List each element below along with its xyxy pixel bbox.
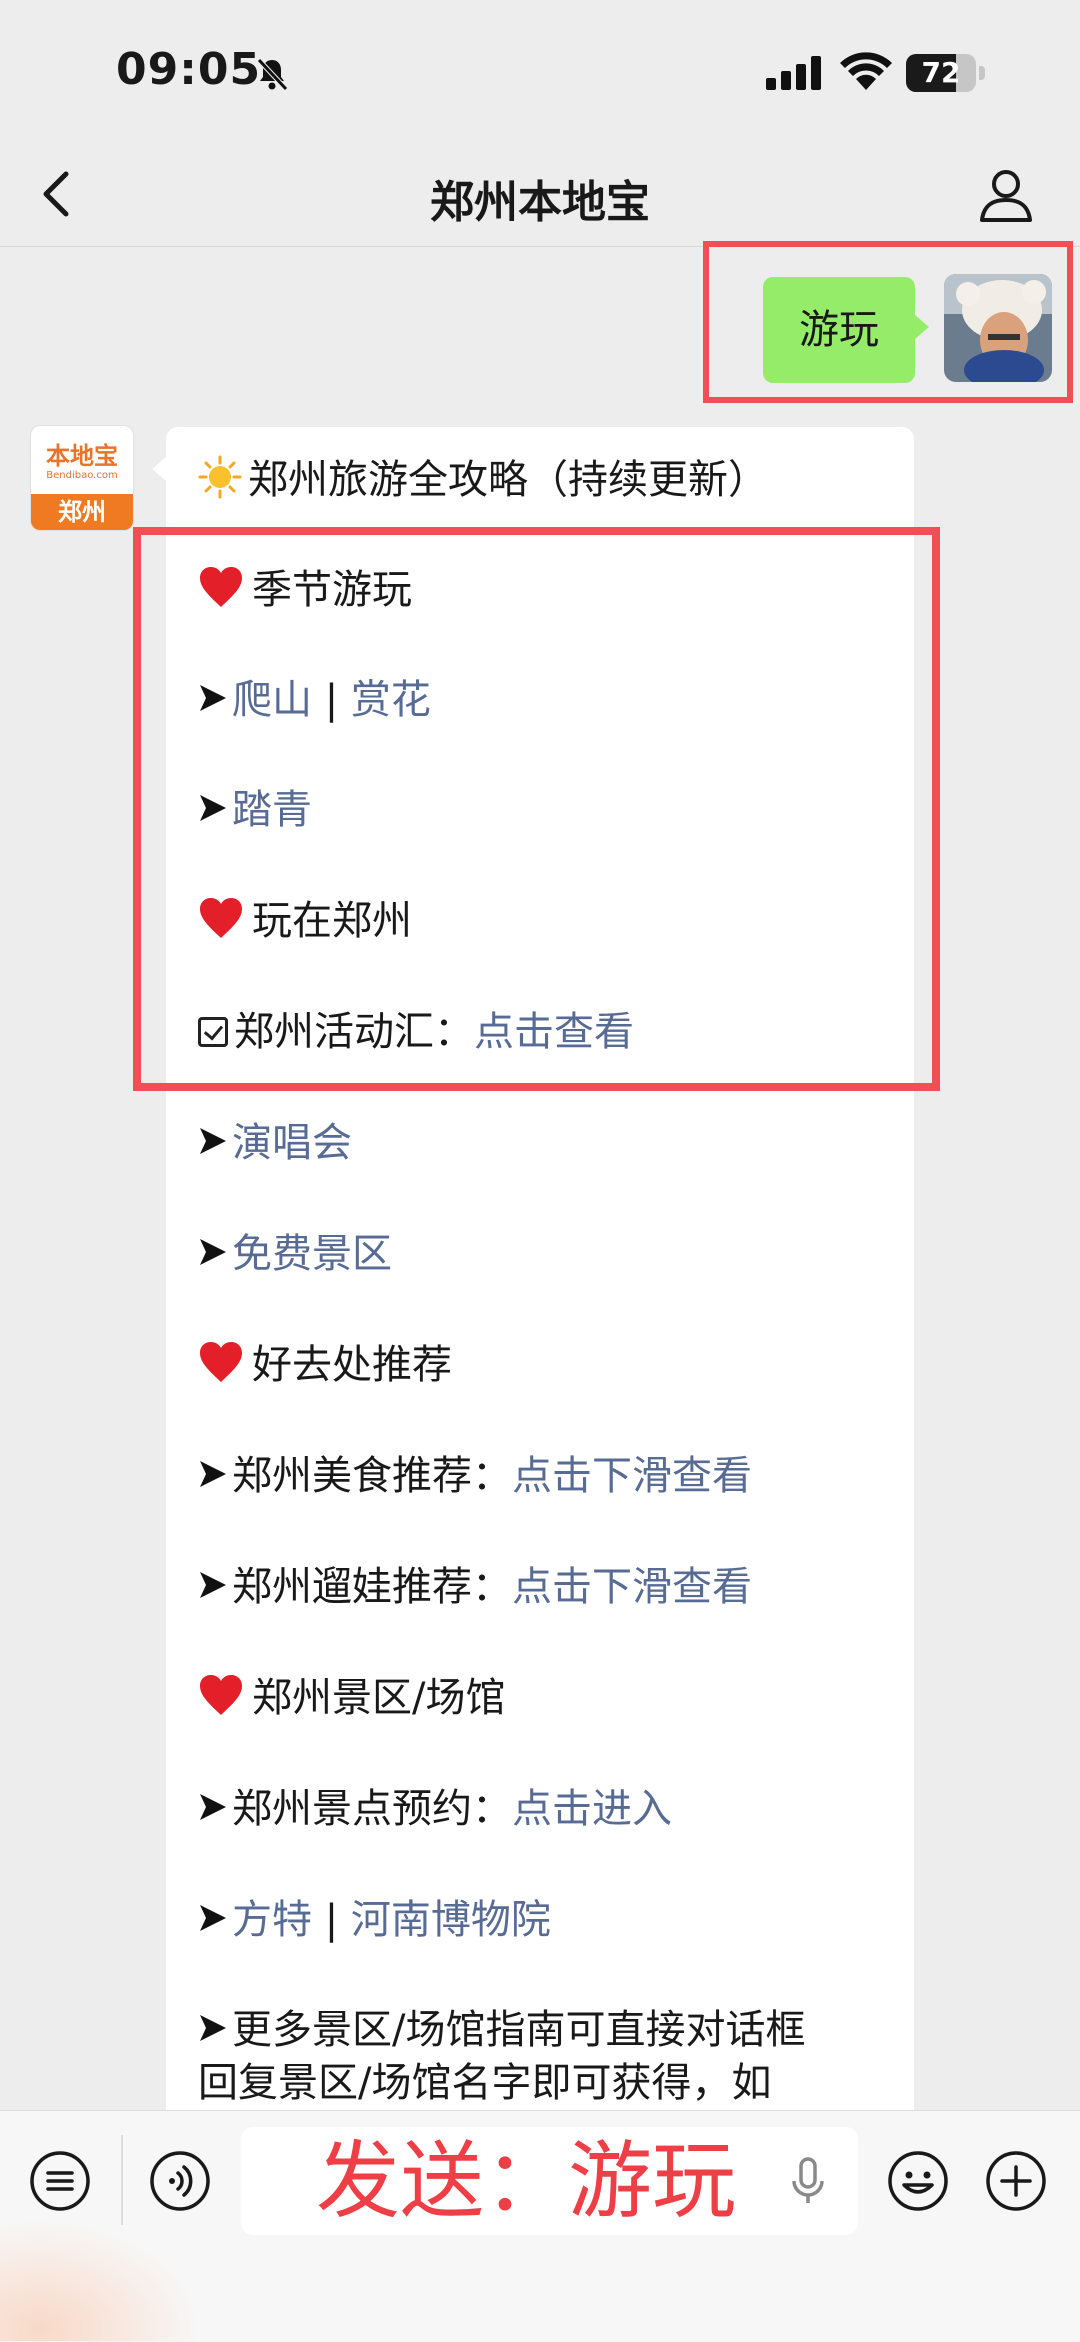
- arrow-bullet-icon: [200, 1239, 226, 1265]
- kids-label: 郑州遛娃推荐：: [232, 1564, 512, 1610]
- msg-venues: 郑州景区/场馆: [198, 1673, 505, 1723]
- link-booking[interactable]: 点击进入: [512, 1786, 672, 1832]
- nav-bar: 郑州本地宝: [0, 140, 1080, 247]
- battery-indicator: 72: [906, 54, 986, 92]
- booking-label: 郑州景点预约：: [232, 1786, 512, 1832]
- more-text-1: 更多景区/场馆指南可直接对话框: [232, 2007, 806, 2053]
- arrow-bullet-icon: [200, 1572, 226, 1598]
- avatar-logo-sub: Bendibao.com: [46, 470, 118, 481]
- arrow-bullet-icon: [200, 1128, 226, 1154]
- arrow-bullet-icon: [200, 1905, 226, 1931]
- recommend-text: 好去处推荐: [252, 1342, 452, 1388]
- msg-heading: 郑州旅游全攻略（持续更新）: [198, 455, 768, 505]
- official-account-avatar[interactable]: 本地宝 Bendibao.com 郑州: [30, 425, 134, 531]
- msg-more-1: 更多景区/场馆指南可直接对话框: [198, 2005, 805, 2055]
- voice-input-icon[interactable]: [148, 2149, 212, 2213]
- arrow-bullet-icon: [200, 1794, 226, 1820]
- wifi-icon: [840, 52, 892, 90]
- heart-emoji-icon: [200, 1675, 242, 1715]
- link-museum[interactable]: 河南博物院: [351, 1897, 551, 1943]
- sun-emoji-icon: [198, 455, 242, 499]
- heart-emoji-icon: [200, 1342, 242, 1382]
- arrow-bullet-icon: [200, 1461, 226, 1487]
- input-overlay-text: 发送：游玩: [316, 2132, 737, 2230]
- msg-more-2: 回复景区/场馆名字即可获得，如: [198, 2060, 772, 2106]
- msg-fangte-museum: 方特 | 河南博物院: [198, 1895, 551, 1945]
- chat-title: 郑州本地宝: [430, 177, 650, 228]
- link-concert[interactable]: 演唱会: [232, 1120, 352, 1166]
- status-bar: 09:05 72: [0, 0, 1080, 140]
- battery-level: 72: [921, 56, 961, 89]
- profile-icon[interactable]: [976, 164, 1036, 224]
- avatar-city: 郑州: [31, 494, 133, 530]
- link-fangte[interactable]: 方特: [232, 1897, 312, 1943]
- input-divider: [121, 2135, 123, 2225]
- separator: |: [312, 1897, 351, 1943]
- msg-kids: 郑州遛娃推荐：点击下滑查看: [198, 1562, 752, 1612]
- msg-booking: 郑州景点预约：点击进入: [198, 1784, 672, 1834]
- venues-text: 郑州景区/场馆: [252, 1675, 506, 1721]
- outgoing-message-bubble[interactable]: 游玩: [763, 277, 929, 383]
- arrow-bullet-icon: [200, 2015, 226, 2041]
- plus-icon[interactable]: [984, 2149, 1048, 2213]
- menu-list-icon[interactable]: [28, 2149, 92, 2213]
- link-kids[interactable]: 点击下滑查看: [512, 1564, 752, 1610]
- emoji-icon[interactable]: [886, 2149, 950, 2213]
- bell-muted-icon: [257, 58, 288, 91]
- food-label: 郑州美食推荐：: [232, 1453, 512, 1499]
- msg-food: 郑州美食推荐：点击下滑查看: [198, 1451, 752, 1501]
- my-avatar[interactable]: [944, 274, 1052, 382]
- avatar-logo-text: 本地宝: [46, 441, 118, 470]
- message-highlight-box: [133, 527, 940, 1091]
- microphone-icon[interactable]: [776, 2149, 840, 2213]
- cellular-signal-icon: [766, 56, 821, 90]
- link-food[interactable]: 点击下滑查看: [512, 1453, 752, 1499]
- status-time: 09:05: [116, 44, 262, 95]
- corner-glow: [0, 2220, 200, 2341]
- link-free[interactable]: 免费景区: [232, 1231, 392, 1277]
- msg-free: 免费景区: [198, 1229, 392, 1279]
- user-photo-icon: [944, 274, 1052, 382]
- msg-concert: 演唱会: [198, 1118, 352, 1168]
- heading-text: 郑州旅游全攻略（持续更新）: [248, 457, 768, 503]
- msg-recommend: 好去处推荐: [198, 1340, 452, 1390]
